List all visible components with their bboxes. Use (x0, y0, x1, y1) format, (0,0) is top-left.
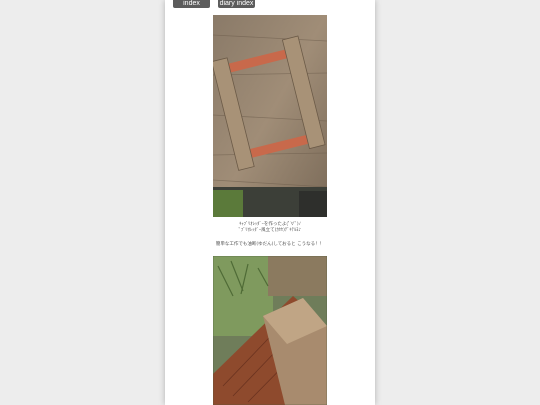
caption-line-2: ﾟﾌﾞﾘｵﾚｯﾀﾞｰ風立て(ｶｾｾ)ﾃﾞｷﾃﾙﾖ♪ (238, 228, 302, 233)
caption-line-3: 簡単な工作でも油断(ゆだん)しておると こうなる！！ (215, 242, 325, 247)
wood-block-closeup-photo (213, 256, 327, 405)
index-button[interactable]: index (173, 0, 210, 8)
diary-index-button[interactable]: diary index (218, 0, 255, 8)
wooden-frame-photo (213, 15, 327, 217)
